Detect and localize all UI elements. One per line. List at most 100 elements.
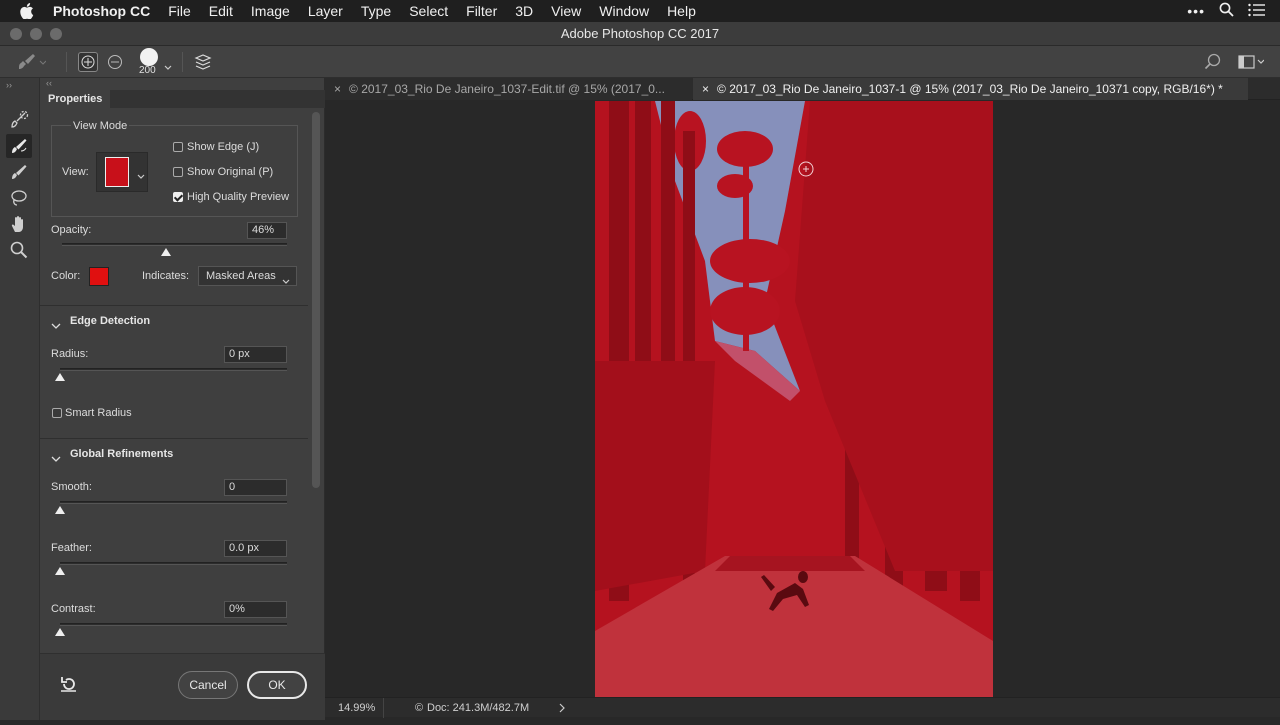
high-quality-preview-label: High Quality Preview (187, 191, 290, 203)
ok-button[interactable]: OK (247, 671, 307, 699)
smooth-label: Smooth: (51, 481, 92, 493)
options-bar: 200 (0, 46, 1280, 78)
contrast-slider-thumb[interactable] (55, 628, 65, 636)
view-label: View: (62, 166, 89, 178)
close-icon[interactable]: × (334, 82, 341, 96)
separator (66, 52, 67, 72)
smooth-slider-thumb[interactable] (55, 506, 65, 514)
menu-filter[interactable]: Filter (457, 3, 506, 19)
window-minimize-button[interactable] (30, 28, 42, 40)
add-to-selection-icon[interactable] (78, 52, 98, 72)
panel-tab-bar: Properties (40, 90, 325, 108)
show-edge-label: Show Edge (J) (187, 141, 260, 153)
status-bar: 14.99% © Doc: 241.3M/482.7M (325, 697, 1280, 718)
menu-image[interactable]: Image (242, 3, 299, 19)
document-tab[interactable]: × © 2017_03_Rio De Janeiro_1037-Edit.tif … (325, 78, 692, 100)
separator (182, 52, 183, 72)
refine-brush-icon[interactable] (16, 52, 47, 77)
menu-edit[interactable]: Edit (200, 3, 242, 19)
feather-input[interactable]: 0.0 px (224, 540, 287, 557)
menu-help[interactable]: Help (658, 3, 705, 19)
spotlight-search-icon[interactable] (1219, 2, 1234, 20)
radius-slider-thumb[interactable] (55, 373, 65, 381)
window-close-button[interactable] (10, 28, 22, 40)
smart-radius-label: Smart Radius (65, 407, 132, 419)
contrast-slider-track[interactable] (60, 623, 287, 626)
collapse-chevron-icon[interactable] (51, 450, 61, 468)
search-icon[interactable] (1204, 53, 1221, 75)
status-menu-arrow-icon[interactable] (559, 698, 565, 725)
window-zoom-button[interactable] (50, 28, 62, 40)
indicates-select[interactable]: Masked Areas (198, 266, 297, 286)
tools-panel: ›› (0, 78, 40, 720)
smooth-input[interactable]: 0 (224, 479, 287, 496)
overlay-color-swatch[interactable] (89, 267, 109, 286)
view-mode-heading: View Mode (71, 120, 130, 132)
quick-selection-tool-icon[interactable] (6, 108, 32, 132)
view-thumbnail (105, 157, 129, 187)
more-icon[interactable]: ••• (1187, 3, 1205, 19)
show-original-label: Show Original (P) (187, 166, 274, 178)
brush-picker-chevron-icon[interactable] (164, 58, 172, 76)
feather-slider-thumb[interactable] (55, 567, 65, 575)
panel-scrollbar[interactable] (312, 112, 320, 488)
radius-input[interactable]: 0 px (224, 346, 287, 363)
show-edge-checkbox[interactable] (173, 142, 183, 152)
toolbar-collapse-icon[interactable]: ›› (6, 80, 12, 90)
smooth-slider-track[interactable] (60, 501, 287, 504)
brush-size-value: 200 (139, 65, 156, 76)
close-icon[interactable]: × (702, 82, 709, 96)
show-original-checkbox[interactable] (173, 167, 183, 177)
window-title: Adobe Photoshop CC 2017 (560, 26, 720, 41)
indicates-select-value: Masked Areas (206, 270, 276, 282)
workspace-icon[interactable] (1238, 54, 1265, 75)
radius-slider-track[interactable] (60, 368, 287, 371)
subtract-from-selection-icon[interactable] (107, 54, 123, 75)
sample-all-layers-icon[interactable] (194, 53, 212, 76)
reset-icon[interactable] (60, 676, 78, 697)
menu-app[interactable]: Photoshop CC (44, 3, 159, 19)
global-refinements-heading[interactable]: Global Refinements (70, 448, 173, 460)
lasso-tool-icon[interactable] (6, 186, 32, 210)
menu-view[interactable]: View (542, 3, 590, 19)
panel-collapse-icon[interactable]: ‹‹ (46, 78, 52, 88)
refine-edge-brush-tool-icon[interactable] (6, 134, 32, 158)
menu-file[interactable]: File (159, 3, 200, 19)
brush-tool-icon[interactable] (6, 160, 32, 184)
collapse-chevron-icon[interactable] (51, 317, 61, 335)
document-tab-active[interactable]: × © 2017_03_Rio De Janeiro_1037-1 @ 15% (… (693, 78, 1248, 100)
hand-tool-icon[interactable] (6, 212, 32, 236)
document-image[interactable] (595, 101, 993, 697)
contrast-input[interactable]: 0% (224, 601, 287, 618)
feather-slider-track[interactable] (60, 562, 287, 565)
menu-window[interactable]: Window (590, 3, 658, 19)
apple-icon[interactable] (16, 0, 38, 22)
menu-type[interactable]: Type (352, 3, 400, 19)
zoom-tool-icon[interactable] (6, 238, 32, 262)
opacity-slider-track[interactable] (62, 243, 287, 246)
copyright-icon: © (717, 82, 730, 96)
indicates-label: Indicates: (142, 270, 190, 282)
brush-preview-icon[interactable] (140, 48, 158, 66)
menu-3d[interactable]: 3D (506, 3, 542, 19)
tab-properties[interactable]: Properties (40, 90, 111, 108)
view-mode-picker[interactable] (96, 152, 148, 192)
divider (40, 438, 308, 439)
menu-select[interactable]: Select (400, 3, 457, 19)
menu-layer[interactable]: Layer (299, 3, 352, 19)
document-tab-label: 2017_03_Rio De Janeiro_1037-Edit.tif @ 1… (361, 82, 665, 96)
copyright-icon: © (349, 82, 362, 96)
cancel-button[interactable]: Cancel (178, 671, 238, 699)
high-quality-preview-checkbox[interactable] (173, 192, 183, 202)
copyright-icon: © (415, 702, 424, 714)
edge-detection-heading[interactable]: Edge Detection (70, 315, 150, 327)
document-size: Doc: 241.3M/482.7M (427, 702, 530, 714)
smart-radius-checkbox[interactable] (52, 408, 62, 418)
separator (383, 698, 384, 718)
opacity-input[interactable]: 46% (247, 222, 287, 239)
color-label: Color: (51, 270, 81, 282)
notification-list-icon[interactable] (1248, 3, 1266, 20)
zoom-level[interactable]: 14.99% (338, 698, 375, 718)
opacity-slider-thumb[interactable] (160, 248, 171, 256)
menu-bar: Photoshop CC File Edit Image Layer Type … (0, 0, 1280, 22)
